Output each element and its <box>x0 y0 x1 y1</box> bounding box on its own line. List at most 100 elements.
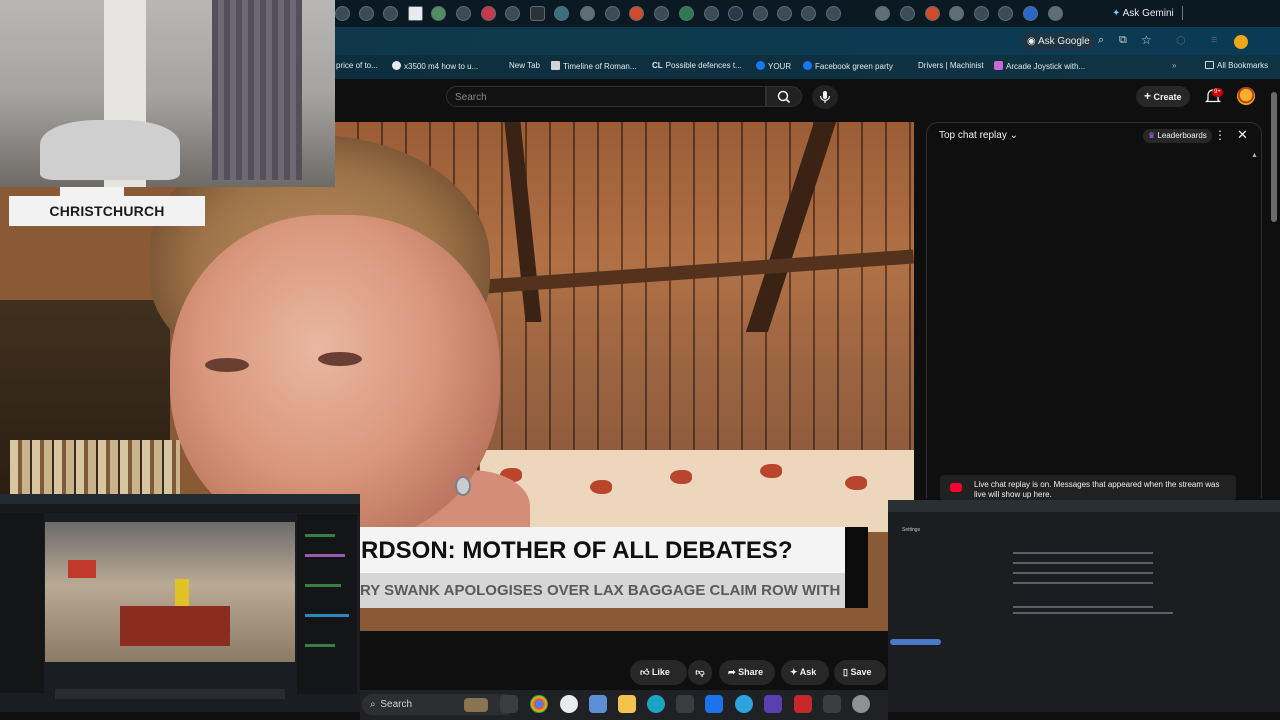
bookmark-item[interactable]: YOUR <box>756 61 791 71</box>
overlay-game-sign <box>68 560 96 578</box>
bookmarks-overflow-icon[interactable]: » <box>1172 61 1176 70</box>
ask-gemini-button[interactable]: ✦ Ask Gemini <box>1106 4 1180 23</box>
tab-favicon[interactable] <box>629 6 644 21</box>
curtain-pattern <box>670 470 692 484</box>
voice-search-button[interactable] <box>812 85 838 109</box>
avatar[interactable] <box>1237 87 1255 105</box>
task-view-icon[interactable] <box>500 695 518 713</box>
overlay-settings-row <box>1013 562 1153 564</box>
video-books <box>10 440 180 500</box>
overlay-tab-bar <box>0 494 360 504</box>
taskbar-widget-icon[interactable] <box>464 698 488 712</box>
tab-favicon[interactable] <box>998 6 1013 21</box>
zoom-icon[interactable]: ⌕ <box>1098 34 1104 47</box>
tab-favicon[interactable] <box>383 6 398 21</box>
bookmark-item[interactable]: New Tab <box>509 61 540 70</box>
app-icon[interactable] <box>794 695 812 713</box>
tab-favicon[interactable] <box>605 6 620 21</box>
overlay-tab-bar <box>888 500 1280 512</box>
tab-favicon[interactable] <box>679 6 694 21</box>
bookmark-item[interactable]: Timeline of Roman... <box>551 61 637 71</box>
taskbar-search[interactable]: ⌕ Search <box>362 694 516 715</box>
webcam-overlay <box>0 0 335 187</box>
bookmark-item[interactable]: CL Possible defences t... <box>652 61 742 70</box>
curtain-pattern <box>845 476 867 490</box>
tab-favicon[interactable] <box>753 6 768 21</box>
tab-favicon[interactable] <box>554 6 569 21</box>
edge-icon[interactable] <box>647 695 665 713</box>
tab-favicon[interactable] <box>974 6 989 21</box>
overlay-chat-input <box>55 689 285 699</box>
all-bookmarks-button[interactable]: All Bookmarks <box>1205 61 1268 70</box>
ask-google-button[interactable]: ◉ Ask Google <box>1022 33 1095 50</box>
chat-scroll-up-icon[interactable]: ▲ <box>1251 152 1258 159</box>
tab-favicons[interactable] <box>335 0 1075 27</box>
tab-favicon[interactable] <box>925 6 940 21</box>
tab-favicon[interactable] <box>949 6 964 21</box>
tab-favicon[interactable] <box>826 6 841 21</box>
app-icon[interactable] <box>676 695 694 713</box>
tab-favicon[interactable] <box>654 6 669 21</box>
tab-favicon[interactable] <box>1048 6 1063 21</box>
search-icon <box>777 90 791 104</box>
bookmark-item[interactable]: Arcade Joystick with... <box>994 61 1085 71</box>
bookmark-item[interactable]: Drivers | Machinist <box>918 61 984 70</box>
create-button[interactable]: + Create <box>1136 86 1190 107</box>
plus-icon: + <box>1144 89 1152 103</box>
search-button[interactable] <box>766 86 802 107</box>
tab-favicon[interactable] <box>456 6 471 21</box>
save-button[interactable]: ▯ Save <box>834 660 886 685</box>
bookmark-item[interactable]: price of to... <box>336 61 378 70</box>
outlook-icon[interactable] <box>705 695 723 713</box>
extensions-icon[interactable]: ⬡ <box>1176 34 1186 47</box>
tab-favicon[interactable] <box>728 6 743 21</box>
file-explorer-icon[interactable] <box>618 695 636 713</box>
bookmark-star-icon[interactable]: ☆ <box>1141 33 1152 47</box>
tab-search-icon[interactable]: ≡ <box>1211 34 1217 46</box>
tab-favicon[interactable] <box>335 6 350 21</box>
tab-favicon[interactable] <box>900 6 915 21</box>
search-input[interactable]: Search <box>446 86 766 107</box>
app-icon[interactable] <box>764 695 782 713</box>
overlay-settings-row <box>1013 582 1153 584</box>
lower-third-ticker: RY SWANK APOLOGISES OVER LAX BAGGAGE CLA… <box>335 573 845 608</box>
facebook-icon <box>803 61 812 70</box>
bookmark-item[interactable]: x3500 m4 how to u... <box>392 61 478 71</box>
share-button[interactable]: ➦ Share <box>719 660 775 685</box>
tab-favicon[interactable] <box>580 6 595 21</box>
chrome-icon[interactable] <box>530 695 548 713</box>
tab-favicon[interactable] <box>875 6 890 21</box>
trophy-icon: ♛ <box>1148 131 1156 140</box>
page-scrollbar[interactable] <box>1271 92 1277 222</box>
bookmark-item[interactable]: Facebook green party <box>803 61 893 71</box>
overlay-chat-line <box>305 614 349 617</box>
install-app-icon[interactable]: ⧉ <box>1119 34 1127 47</box>
app-icon[interactable] <box>589 695 607 713</box>
app-icon[interactable] <box>823 695 841 713</box>
tab-favicon[interactable] <box>530 6 545 21</box>
chat-mode-dropdown[interactable]: Top chat replay ⌄ <box>939 130 1018 141</box>
tab-favicon[interactable] <box>481 6 496 21</box>
tab-favicon[interactable] <box>431 6 446 21</box>
tab-favicon[interactable] <box>801 6 816 21</box>
like-button[interactable]: 👍︎ Like <box>630 660 687 685</box>
overlay-chat-line <box>305 554 345 557</box>
tab-favicon[interactable] <box>408 6 423 21</box>
github-icon[interactable] <box>560 695 578 713</box>
curtain-pattern <box>590 480 612 494</box>
ask-button[interactable]: ✦ Ask <box>781 660 829 685</box>
more-options-icon[interactable]: ⋮ <box>1214 128 1226 142</box>
tab-favicon[interactable] <box>1023 6 1038 21</box>
tab-favicon[interactable] <box>777 6 792 21</box>
dislike-button[interactable]: 👎︎ <box>688 660 712 685</box>
settings-gear-icon[interactable] <box>852 695 870 713</box>
overlay-chat-line <box>305 584 341 587</box>
leaderboards-button[interactable]: ♛ Leaderboards <box>1143 129 1212 143</box>
tab-favicon[interactable] <box>505 6 520 21</box>
tab-favicon[interactable] <box>359 6 374 21</box>
tab-favicon[interactable] <box>704 6 719 21</box>
lower-third-logo-block <box>845 527 868 608</box>
close-icon[interactable]: ✕ <box>1237 127 1248 143</box>
telegram-icon[interactable] <box>735 695 753 713</box>
profile-avatar[interactable] <box>1234 35 1248 49</box>
